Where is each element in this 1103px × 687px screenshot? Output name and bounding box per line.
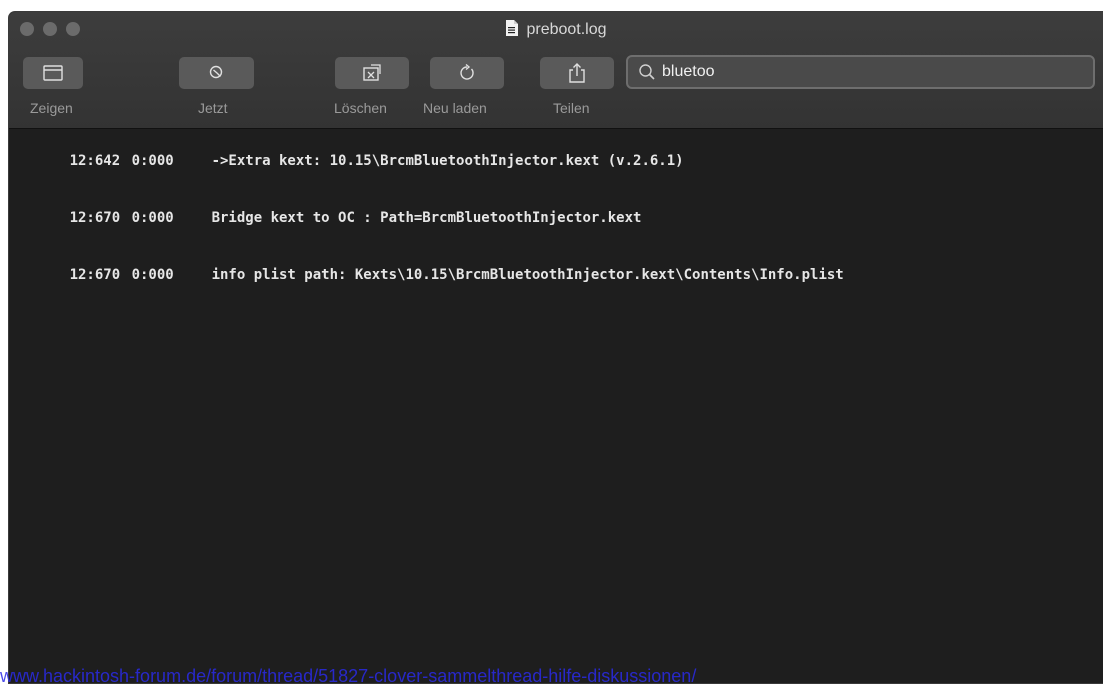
window-title: preboot.log bbox=[526, 21, 607, 38]
clear-label: Löschen bbox=[334, 100, 387, 116]
jump-now-button[interactable] bbox=[179, 57, 254, 89]
log-line: 12:670 0:000 info plist path: Kexts\10.15\… bbox=[19, 247, 1103, 304]
clear-icon bbox=[363, 64, 381, 81]
console-window: preboot.log Zeigen Jetzt Löschen Neu lad… bbox=[9, 12, 1103, 683]
log-message: Bridge kext to OC : Path=BrcmBluetoothIn… bbox=[211, 210, 642, 226]
clear-button[interactable] bbox=[335, 57, 409, 89]
search-input[interactable] bbox=[662, 63, 1062, 81]
log-message: info plist path: Kexts\10.15\BrcmBluetoo… bbox=[211, 267, 844, 283]
log-time: 12:642 bbox=[69, 153, 121, 169]
log-message: ->Extra kext: 10.15\BrcmBluetoothInjecto… bbox=[211, 153, 684, 169]
reload-button[interactable] bbox=[430, 57, 504, 89]
share-label: Teilen bbox=[553, 100, 590, 116]
jump-now-icon bbox=[209, 65, 222, 79]
log-time: 12:670 bbox=[69, 210, 121, 226]
title-bar: preboot.log Zeigen Jetzt Löschen Neu lad… bbox=[9, 12, 1103, 129]
reload-label: Neu laden bbox=[423, 100, 487, 116]
jump-now-label: Jetzt bbox=[198, 100, 228, 116]
log-view[interactable]: 12:642 0:000 ->Extra kext: 10.15\BrcmBluet… bbox=[9, 129, 1103, 683]
sidebar-icon bbox=[43, 65, 63, 81]
reload-icon bbox=[460, 64, 474, 80]
log-line: 12:670 0:000 Bridge kext to OC : Path=Brcm… bbox=[19, 190, 1103, 247]
log-line: 12:642 0:000 ->Extra kext: 10.15\BrcmBluet… bbox=[19, 133, 1103, 190]
log-time: 12:670 bbox=[69, 267, 121, 283]
show-sidebar-button[interactable] bbox=[23, 57, 83, 89]
document-icon bbox=[506, 20, 519, 36]
window-title-container: preboot.log bbox=[9, 20, 1103, 39]
share-icon bbox=[569, 63, 585, 83]
search-icon bbox=[639, 64, 655, 80]
log-delta: 0:000 bbox=[131, 267, 174, 283]
search-field[interactable] bbox=[626, 55, 1095, 89]
log-delta: 0:000 bbox=[131, 210, 174, 226]
log-delta: 0:000 bbox=[131, 153, 174, 169]
share-button[interactable] bbox=[540, 57, 614, 89]
show-sidebar-label: Zeigen bbox=[30, 100, 73, 116]
watermark-url: www.hackintosh-forum.de/forum/thread/518… bbox=[0, 666, 697, 686]
